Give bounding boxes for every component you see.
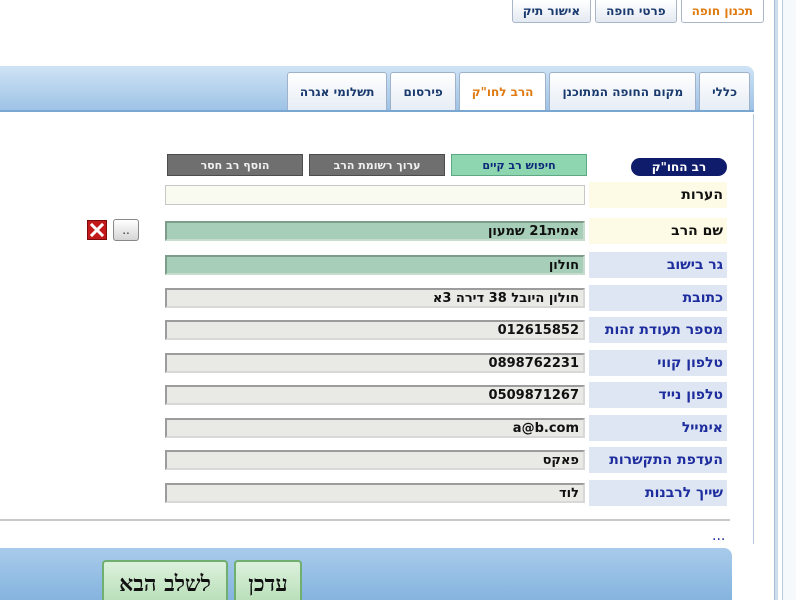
row-contact-preference: העדפת התקשרות פאקס bbox=[117, 447, 727, 475]
row-mobile: טלפון נייד 0509871267 bbox=[117, 382, 727, 410]
notes-label: הערות bbox=[589, 182, 727, 208]
row-id-number: מספר תעודת זהות 012615852 bbox=[117, 317, 727, 345]
address-label: כתובת bbox=[589, 285, 727, 311]
id-number-label: מספר תעודת זהות bbox=[589, 317, 727, 343]
divider bbox=[0, 519, 730, 521]
section-tabs-band: כללי מקום החופה המתוכנן הרב לחו"ק פירסום… bbox=[0, 66, 754, 112]
rabbinate-label: שייך לרבנות bbox=[589, 480, 727, 506]
row-rabbi-name: שם הרב אמית21 שמעון .. bbox=[87, 218, 727, 246]
row-city: גר בישוב חולון bbox=[117, 252, 727, 280]
frame-rail bbox=[774, 0, 778, 600]
scrollbar[interactable] bbox=[782, 0, 796, 600]
landline-label: טלפון קווי bbox=[589, 350, 727, 376]
edit-rabbi-button[interactable]: ערוך רשומת הרב bbox=[309, 154, 445, 176]
rabbi-form: רב החו"ק חיפוש רב קיים ערוך רשומת הרב הו… bbox=[0, 114, 754, 544]
top-strip: תכנון חופה פרטי חופה אישור תיק bbox=[0, 0, 778, 24]
delete-button[interactable] bbox=[87, 220, 107, 240]
notes-field[interactable] bbox=[165, 185, 585, 205]
page: תכנון חופה פרטי חופה אישור תיק כללי מקום… bbox=[0, 0, 796, 600]
contact-preference-field[interactable]: פאקס bbox=[165, 450, 585, 470]
mobile-label: טלפון נייד bbox=[589, 382, 727, 408]
footer-band: עדכן לשלב הבא bbox=[0, 548, 732, 600]
top-tab-chuppah-planning[interactable]: תכנון חופה bbox=[680, 0, 764, 23]
rabbi-name-label: שם הרב bbox=[589, 218, 727, 244]
row-rabbinate: שייך לרבנות לוד bbox=[117, 480, 727, 508]
email-label: אימייל bbox=[589, 415, 727, 441]
tab-planned-location[interactable]: מקום החופה המתוכנן bbox=[549, 72, 697, 110]
contact-preference-label: העדפת התקשרות bbox=[589, 447, 727, 473]
next-step-button[interactable]: לשלב הבא bbox=[102, 560, 228, 600]
section-title-badge: רב החו"ק bbox=[631, 158, 727, 176]
city-field[interactable]: חולון bbox=[165, 255, 585, 275]
search-rabbi-button[interactable]: חיפוש רב קיים bbox=[451, 154, 587, 176]
address-field[interactable]: חולון היובל 38 דירה 3א bbox=[165, 288, 585, 308]
rabbi-name-field[interactable]: אמית21 שמעון bbox=[165, 221, 585, 241]
top-tab-chuppah-details[interactable]: פרטי חופה bbox=[595, 0, 677, 23]
add-rabbi-button[interactable]: הוסף רב חסר bbox=[167, 154, 303, 176]
close-icon bbox=[90, 223, 104, 237]
sub-tabs: כללי מקום החופה המתוכנן הרב לחו"ק פירסום… bbox=[286, 72, 750, 110]
city-label: גר בישוב bbox=[589, 252, 727, 278]
row-notes: הערות bbox=[117, 182, 727, 210]
landline-field[interactable]: 0898762231 bbox=[165, 353, 585, 373]
lookup-button[interactable]: .. bbox=[113, 219, 139, 241]
row-email: אימייל a@b.com bbox=[117, 415, 727, 443]
rabbinate-field[interactable]: לוד bbox=[165, 483, 585, 503]
id-number-field[interactable]: 012615852 bbox=[165, 320, 585, 340]
tab-publication[interactable]: פירסום bbox=[390, 72, 456, 110]
more-indicator: ... bbox=[712, 528, 726, 544]
update-button[interactable]: עדכן bbox=[234, 560, 302, 600]
tab-fee-payments[interactable]: תשלומי אגרה bbox=[286, 72, 388, 110]
top-tab-file-approval[interactable]: אישור תיק bbox=[511, 0, 592, 23]
row-address: כתובת חולון היובל 38 דירה 3א bbox=[117, 285, 727, 313]
row-landline: טלפון קווי 0898762231 bbox=[117, 350, 727, 378]
mobile-field[interactable]: 0509871267 bbox=[165, 385, 585, 405]
tab-general[interactable]: כללי bbox=[699, 72, 750, 110]
email-field[interactable]: a@b.com bbox=[165, 418, 585, 438]
tab-rabbi[interactable]: הרב לחו"ק bbox=[458, 72, 547, 110]
top-tabs: תכנון חופה פרטי חופה אישור תיק bbox=[511, 0, 764, 23]
